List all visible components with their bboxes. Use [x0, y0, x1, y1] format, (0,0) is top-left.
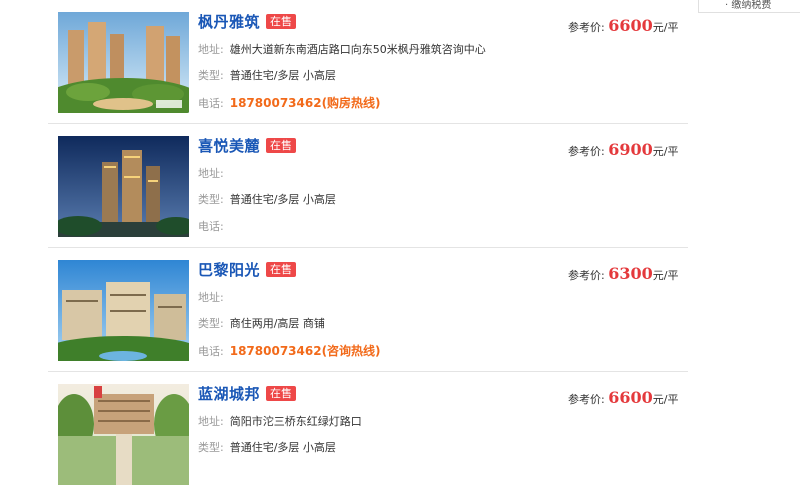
listing-card: 喜悦美麓 在售 地址: 类型: 普通住宅/多层 小高层 电话: 参考价: 6900… — [48, 124, 688, 248]
listing-thumbnail[interactable] — [58, 12, 189, 113]
price-block: 参考价: 6600元/平 — [568, 388, 678, 407]
type-row: 类型: 普通住宅/多层 小高层 — [198, 439, 336, 455]
listing-title-row: 巴黎阳光 在售 — [198, 258, 297, 280]
phone-label: 电话: — [198, 220, 224, 233]
listing-thumbnail[interactable] — [58, 136, 189, 237]
listing-title-row: 蓝湖城邦 在售 — [198, 382, 297, 404]
listing-title-row: 枫丹雅筑 在售 — [198, 10, 297, 32]
status-badge: 在售 — [266, 13, 297, 29]
price-value: 6600 — [608, 16, 653, 35]
address-value: 雄州大道新东南酒店路口向东50米枫丹雅筑咨询中心 — [229, 43, 486, 56]
listing-title-row: 喜悦美麓 在售 — [198, 134, 297, 156]
type-value: 普通住宅/多层 小高层 — [229, 69, 336, 82]
address-label: 地址: — [198, 43, 224, 56]
phone-label: 电话: — [198, 97, 224, 110]
listing-title[interactable]: 枫丹雅筑 — [198, 11, 260, 32]
price-label: 参考价: — [568, 269, 605, 282]
type-value: 普通住宅/多层 小高层 — [229, 441, 336, 454]
price-block: 参考价: 6600元/平 — [568, 16, 678, 35]
type-value: 商住两用/高层 商铺 — [229, 317, 325, 330]
type-label: 类型: — [198, 193, 224, 206]
type-row: 类型: 普通住宅/多层 小高层 — [198, 191, 336, 207]
phone-row: 电话: 18780073462(购房热线) — [198, 94, 381, 111]
listing-title[interactable]: 蓝湖城邦 — [198, 383, 260, 404]
address-row: 地址: — [198, 165, 230, 181]
listing-title[interactable]: 喜悦美麓 — [198, 135, 260, 156]
price-label: 参考价: — [568, 21, 605, 34]
price-value: 6900 — [608, 140, 653, 159]
type-label: 类型: — [198, 441, 224, 454]
status-badge: 在售 — [266, 261, 297, 277]
price-unit: 元/平 — [652, 269, 679, 282]
listing-card: 蓝湖城邦 在售 地址: 简阳市沱三桥东红绿灯路口 类型: 普通住宅/多层 小高层 参… — [48, 372, 688, 496]
phone-row: 电话: — [198, 218, 230, 234]
sidebar-link-tax[interactable]: · 缴纳税费 — [725, 0, 771, 11]
address-row: 地址: 雄州大道新东南酒店路口向东50米枫丹雅筑咨询中心 — [198, 41, 486, 57]
price-block: 参考价: 6900元/平 — [568, 140, 678, 159]
type-row: 类型: 普通住宅/多层 小高层 — [198, 67, 336, 83]
listing-card: 枫丹雅筑 在售 地址: 雄州大道新东南酒店路口向东50米枫丹雅筑咨询中心 类型: 普… — [48, 0, 688, 124]
address-value: 简阳市沱三桥东红绿灯路口 — [229, 415, 362, 428]
address-label: 地址: — [198, 415, 224, 428]
price-label: 参考价: — [568, 393, 605, 406]
address-label: 地址: — [198, 291, 224, 304]
type-label: 类型: — [198, 69, 224, 82]
price-value: 6300 — [608, 264, 653, 283]
phone-row: 电话: 18780073462(咨询热线) — [198, 342, 381, 359]
address-row: 地址: — [198, 289, 230, 305]
listing-title[interactable]: 巴黎阳光 — [198, 259, 260, 280]
price-unit: 元/平 — [652, 393, 679, 406]
type-row: 类型: 商住两用/高层 商铺 — [198, 315, 325, 331]
price-unit: 元/平 — [652, 21, 679, 34]
phone-value: 18780073462(购房热线) — [229, 96, 381, 110]
phone-value: 18780073462(咨询热线) — [229, 344, 381, 358]
status-badge: 在售 — [266, 385, 297, 401]
type-value: 普通住宅/多层 小高层 — [229, 193, 336, 206]
status-badge: 在售 — [266, 137, 297, 153]
sidebar: · 缴纳税费 — [698, 0, 800, 13]
price-label: 参考价: — [568, 145, 605, 158]
price-block: 参考价: 6300元/平 — [568, 264, 678, 283]
price-unit: 元/平 — [652, 145, 679, 158]
price-value: 6600 — [608, 388, 653, 407]
phone-label: 电话: — [198, 345, 224, 358]
listing-thumbnail[interactable] — [58, 384, 189, 485]
type-label: 类型: — [198, 317, 224, 330]
address-label: 地址: — [198, 167, 224, 180]
listing-thumbnail[interactable] — [58, 260, 189, 361]
address-row: 地址: 简阳市沱三桥东红绿灯路口 — [198, 413, 362, 429]
listing-card: 巴黎阳光 在售 地址: 类型: 商住两用/高层 商铺 电话: 18780073462… — [48, 248, 688, 372]
